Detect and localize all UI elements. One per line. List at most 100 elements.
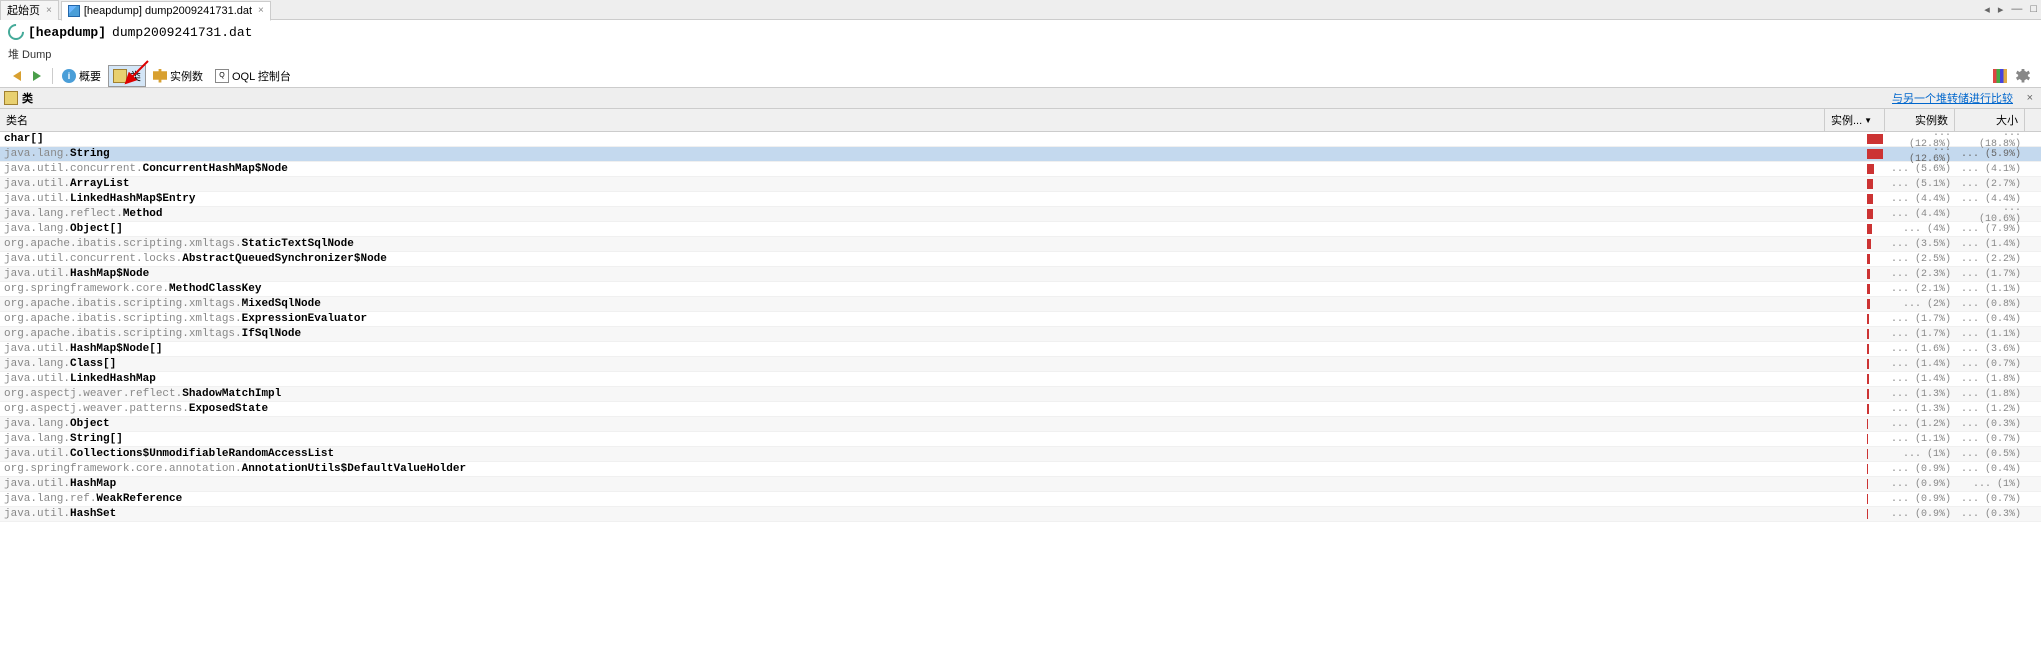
close-icon[interactable]: × [258,5,264,16]
overview-button[interactable]: i 概要 [57,65,106,87]
classes-button[interactable]: 类 [108,65,146,87]
table-row[interactable]: java.util.LinkedHashMap$Entry... (4.4%).… [0,192,2041,207]
classes-label: 类 [130,68,141,84]
table-row[interactable]: java.lang.Object... (1.2%)... (0.3%) [0,417,2041,432]
table-row[interactable]: java.lang.reflect.Method... (4.4%)... (1… [0,207,2041,222]
instance-bar-cell [1865,449,1885,459]
sort-desc-icon: ▼ [1864,116,1872,125]
size-pct-cell: ... (0.3%) [1955,419,2025,430]
forward-icon [33,71,41,81]
table-row[interactable]: org.apache.ibatis.scripting.xmltags.Expr… [0,312,2041,327]
table-row[interactable]: java.util.Collections$UnmodifiableRandom… [0,447,2041,462]
instance-pct-cell: ... (2.5%) [1885,254,1955,265]
table-row[interactable]: java.lang.Class[]... (1.4%)... (0.7%) [0,357,2041,372]
instance-bar-cell [1865,179,1885,189]
tab-start-page[interactable]: 起始页 × [0,0,59,20]
refresh-icon[interactable] [5,21,28,44]
instance-pct-cell: ... (0.9%) [1885,494,1955,505]
class-name-cell: java.util.concurrent.locks.AbstractQueue… [0,253,1865,265]
info-icon: i [62,69,76,83]
size-pct-cell: ... (3.6%) [1955,344,2025,355]
class-name-cell: org.apache.ibatis.scripting.xmltags.Mixe… [0,298,1865,310]
table-row[interactable]: java.lang.String[]... (1.1%)... (0.7%) [0,432,2041,447]
instance-bar-cell [1865,164,1885,174]
table-row[interactable]: java.util.HashSet... (0.9%)... (0.3%) [0,507,2041,522]
instance-pct-cell: ... (1.6%) [1885,344,1955,355]
document-icon [68,5,80,17]
compare-heap-link[interactable]: 与另一个堆转储进行比较 [1892,90,2013,106]
table-row[interactable]: org.apache.ibatis.scripting.xmltags.Mixe… [0,297,2041,312]
table-row[interactable]: org.springframework.core.MethodClassKey.… [0,282,2041,297]
title-filename: dump2009241731.dat [112,25,252,40]
maximize-icon[interactable]: □ [2030,3,2037,16]
col-instance-bar[interactable]: 实例... ▼ [1825,109,1885,131]
instances-button[interactable]: 实例数 [148,65,208,87]
table-row[interactable]: java.lang.ref.WeakReference... (0.9%)...… [0,492,2041,507]
section-header: 类 与另一个堆转储进行比较 × [0,88,2041,109]
chevron-right-icon[interactable]: ▸ [1998,3,2004,16]
table-row[interactable]: java.lang.Object[]... (4%)... (7.9%) [0,222,2041,237]
class-name-cell: java.util.Collections$UnmodifiableRandom… [0,448,1865,460]
class-name-cell: java.util.HashMap$Node[] [0,343,1865,355]
instance-pct-cell: ... (1.3%) [1885,404,1955,415]
class-name-cell: java.util.HashMap$Node [0,268,1865,280]
col-inst-label: 实例... [1831,112,1862,128]
instance-bar-cell [1865,374,1885,384]
table-row[interactable]: java.util.HashMap$Node[] ... (1.6%)... (3… [0,342,2041,357]
col-instance-count[interactable]: 实例数 [1885,109,1955,131]
table-row[interactable]: org.aspectj.weaver.patterns.ExposedState… [0,402,2041,417]
back-button[interactable] [8,68,26,84]
oql-label: OQL 控制台 [232,68,291,84]
instance-bar-cell [1865,434,1885,444]
table-row[interactable]: org.apache.ibatis.scripting.xmltags.IfSq… [0,327,2041,342]
table-row[interactable]: java.lang.String... (12.6%)... (5.9%) [0,147,2041,162]
table-row[interactable]: org.apache.ibatis.scripting.xmltags.Stat… [0,237,2041,252]
puzzle-icon [153,69,167,83]
back-icon [13,71,21,81]
chevron-left-icon[interactable]: ◂ [1984,3,1990,16]
class-name-cell: java.util.HashMap [0,478,1865,490]
tab-heapdump[interactable]: [heapdump] dump2009241731.dat × [61,1,271,21]
minimize-icon[interactable]: — [2011,3,2022,16]
instance-pct-cell: ... (1.2%) [1885,419,1955,430]
oql-console-button[interactable]: Q OQL 控制台 [210,65,296,87]
instance-pct-cell: ... (1.7%) [1885,314,1955,325]
instance-pct-cell: ... (5.6%) [1885,164,1955,175]
instance-bar-cell [1865,224,1885,234]
instance-bar-cell [1865,464,1885,474]
table-row[interactable]: java.util.HashMap$Node... (2.3%)... (1.7… [0,267,2041,282]
instance-bar-cell [1865,209,1885,219]
col-class-name[interactable]: 类名 [0,109,1825,131]
size-pct-cell: ... (1.1%) [1955,329,2025,340]
close-icon[interactable]: × [2027,92,2033,104]
instance-bar-cell [1865,509,1885,519]
instance-pct-cell: ... (3.5%) [1885,239,1955,250]
toolbar: i 概要 类 实例数 Q OQL 控制台 [0,64,2041,88]
size-pct-cell: ... (1.7%) [1955,269,2025,280]
close-icon[interactable]: × [46,5,52,16]
table-row[interactable]: org.aspectj.weaver.reflect.ShadowMatchIm… [0,387,2041,402]
forward-button[interactable] [28,68,46,84]
col-size[interactable]: 大小 [1955,109,2025,131]
table-row[interactable]: java.util.HashMap... (0.9%)... (1%) [0,477,2041,492]
instance-bar-cell [1865,194,1885,204]
size-pct-cell: ... (4.1%) [1955,164,2025,175]
table-row[interactable]: char[]... (12.8%)... (18.8%) [0,132,2041,147]
tab-bar: 起始页 × [heapdump] dump2009241731.dat × ◂ … [0,0,2041,20]
instance-bar-cell [1865,254,1885,264]
size-pct-cell: ... (0.8%) [1955,299,2025,310]
instance-pct-cell: ... (0.9%) [1885,464,1955,475]
scroll-corner [2025,109,2041,131]
table-row[interactable]: org.springframework.core.annotation.Anno… [0,462,2041,477]
class-name-cell: java.lang.String [0,148,1865,160]
instance-bar-cell [1865,389,1885,399]
gear-icon[interactable] [2016,69,2030,83]
chart-icon[interactable] [1993,69,2007,83]
table-row[interactable]: java.util.ArrayList... (5.1%)... (2.7%) [0,177,2041,192]
size-pct-cell: ... (1%) [1955,479,2025,490]
instance-bar-cell [1865,299,1885,309]
table-row[interactable]: java.util.concurrent.locks.AbstractQueue… [0,252,2041,267]
table-row[interactable]: java.util.concurrent.ConcurrentHashMap$N… [0,162,2041,177]
table-header: 类名 实例... ▼ 实例数 大小 [0,109,2041,132]
table-row[interactable]: java.util.LinkedHashMap... (1.4%)... (1.… [0,372,2041,387]
